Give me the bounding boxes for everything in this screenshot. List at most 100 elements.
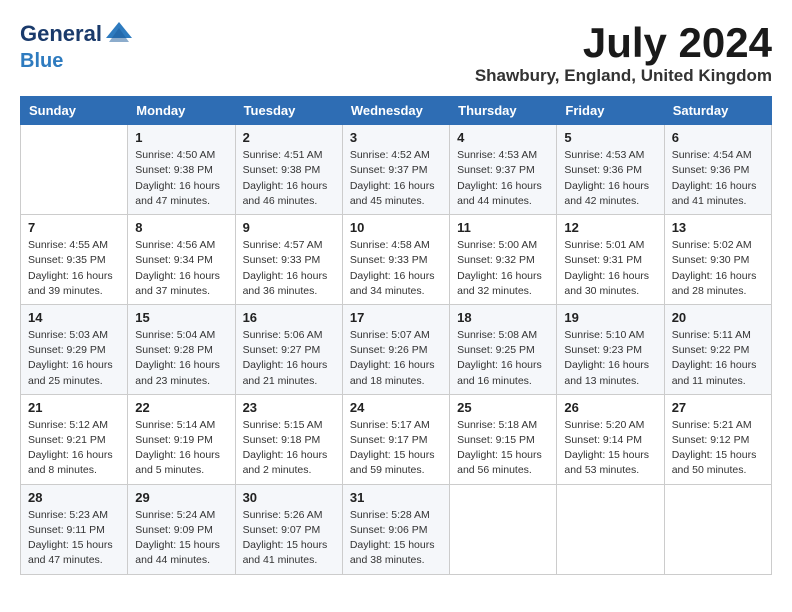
day-info: Sunrise: 5:23 AM Sunset: 9:11 PM Dayligh… — [28, 508, 120, 569]
day-info: Sunrise: 5:08 AM Sunset: 9:25 PM Dayligh… — [457, 328, 549, 389]
day-info: Sunrise: 5:04 AM Sunset: 9:28 PM Dayligh… — [135, 328, 227, 389]
day-info: Sunrise: 5:12 AM Sunset: 9:21 PM Dayligh… — [28, 418, 120, 479]
calendar-cell: 10 Sunrise: 4:58 AM Sunset: 9:33 PM Dayli… — [342, 215, 449, 305]
day-info: Sunrise: 4:50 AM Sunset: 9:38 PM Dayligh… — [135, 148, 227, 209]
calendar-cell: 23 Sunrise: 5:15 AM Sunset: 9:18 PM Dayli… — [235, 394, 342, 484]
day-number: 14 — [28, 310, 120, 325]
day-number: 2 — [243, 130, 335, 145]
weekday-header: Tuesday — [235, 97, 342, 125]
day-number: 18 — [457, 310, 549, 325]
calendar-cell: 6 Sunrise: 4:54 AM Sunset: 9:36 PM Daylig… — [664, 125, 771, 215]
weekday-header: Sunday — [21, 97, 128, 125]
calendar-cell: 18 Sunrise: 5:08 AM Sunset: 9:25 PM Dayli… — [450, 304, 557, 394]
day-info: Sunrise: 5:11 AM Sunset: 9:22 PM Dayligh… — [672, 328, 764, 389]
day-number: 22 — [135, 400, 227, 415]
day-number: 10 — [350, 220, 442, 235]
day-number: 27 — [672, 400, 764, 415]
logo: General Blue — [20, 20, 134, 72]
day-number: 3 — [350, 130, 442, 145]
day-info: Sunrise: 4:53 AM Sunset: 9:36 PM Dayligh… — [564, 148, 656, 209]
day-number: 24 — [350, 400, 442, 415]
day-number: 30 — [243, 490, 335, 505]
day-info: Sunrise: 5:10 AM Sunset: 9:23 PM Dayligh… — [564, 328, 656, 389]
day-number: 11 — [457, 220, 549, 235]
day-number: 23 — [243, 400, 335, 415]
page-header: General Blue July 2024 Shawbury, England… — [20, 20, 772, 86]
logo-subtext: Blue — [20, 50, 134, 72]
calendar-cell: 31 Sunrise: 5:28 AM Sunset: 9:06 PM Dayli… — [342, 484, 449, 574]
day-info: Sunrise: 5:17 AM Sunset: 9:17 PM Dayligh… — [350, 418, 442, 479]
calendar-cell: 12Sunrise: 5:01 AM Sunset: 9:31 PM Dayli… — [557, 215, 664, 305]
day-number: 25 — [457, 400, 549, 415]
day-number: 16 — [243, 310, 335, 325]
day-info: Sunrise: 5:07 AM Sunset: 9:26 PM Dayligh… — [350, 328, 442, 389]
day-info: Sunrise: 5:02 AM Sunset: 9:30 PM Dayligh… — [672, 238, 764, 299]
calendar-cell — [450, 484, 557, 574]
logo-text: General — [20, 20, 134, 50]
day-info: Sunrise: 5:18 AM Sunset: 9:15 PM Dayligh… — [457, 418, 549, 479]
day-number: 4 — [457, 130, 549, 145]
day-number: 20 — [672, 310, 764, 325]
month-title: July 2024 — [475, 20, 772, 66]
calendar-cell: 17 Sunrise: 5:07 AM Sunset: 9:26 PM Dayli… — [342, 304, 449, 394]
day-info: Sunrise: 5:06 AM Sunset: 9:27 PM Dayligh… — [243, 328, 335, 389]
calendar-cell — [664, 484, 771, 574]
day-number: 12 — [564, 220, 656, 235]
calendar-cell: 20 Sunrise: 5:11 AM Sunset: 9:22 PM Dayli… — [664, 304, 771, 394]
calendar-table: SundayMondayTuesdayWednesdayThursdayFrid… — [20, 96, 772, 574]
calendar-cell: 25 Sunrise: 5:18 AM Sunset: 9:15 PM Dayli… — [450, 394, 557, 484]
calendar-cell: 9 Sunrise: 4:57 AM Sunset: 9:33 PM Daylig… — [235, 215, 342, 305]
day-info: Sunrise: 4:52 AM Sunset: 9:37 PM Dayligh… — [350, 148, 442, 209]
day-info: Sunrise: 5:24 AM Sunset: 9:09 PM Dayligh… — [135, 508, 227, 569]
calendar-week-row: 21 Sunrise: 5:12 AM Sunset: 9:21 PM Dayli… — [21, 394, 772, 484]
day-info: Sunrise: 4:51 AM Sunset: 9:38 PM Dayligh… — [243, 148, 335, 209]
calendar-cell: 8 Sunrise: 4:56 AM Sunset: 9:34 PM Daylig… — [128, 215, 235, 305]
calendar-cell: 22Sunrise: 5:14 AM Sunset: 9:19 PM Dayli… — [128, 394, 235, 484]
day-number: 6 — [672, 130, 764, 145]
day-info: Sunrise: 4:58 AM Sunset: 9:33 PM Dayligh… — [350, 238, 442, 299]
day-info: Sunrise: 5:21 AM Sunset: 9:12 PM Dayligh… — [672, 418, 764, 479]
calendar-week-row: 14 Sunrise: 5:03 AM Sunset: 9:29 PM Dayli… — [21, 304, 772, 394]
weekday-header: Friday — [557, 97, 664, 125]
day-number: 17 — [350, 310, 442, 325]
calendar-cell: 2 Sunrise: 4:51 AM Sunset: 9:38 PM Daylig… — [235, 125, 342, 215]
day-number: 26 — [564, 400, 656, 415]
day-number: 5 — [564, 130, 656, 145]
day-info: Sunrise: 5:20 AM Sunset: 9:14 PM Dayligh… — [564, 418, 656, 479]
day-info: Sunrise: 5:00 AM Sunset: 9:32 PM Dayligh… — [457, 238, 549, 299]
day-info: Sunrise: 5:03 AM Sunset: 9:29 PM Dayligh… — [28, 328, 120, 389]
calendar-cell: 1Sunrise: 4:50 AM Sunset: 9:38 PM Daylig… — [128, 125, 235, 215]
calendar-cell — [557, 484, 664, 574]
day-number: 9 — [243, 220, 335, 235]
day-info: Sunrise: 4:53 AM Sunset: 9:37 PM Dayligh… — [457, 148, 549, 209]
day-info: Sunrise: 4:54 AM Sunset: 9:36 PM Dayligh… — [672, 148, 764, 209]
calendar-cell: 5 Sunrise: 4:53 AM Sunset: 9:36 PM Daylig… — [557, 125, 664, 215]
calendar-cell: 3 Sunrise: 4:52 AM Sunset: 9:37 PM Daylig… — [342, 125, 449, 215]
calendar-cell: 29Sunrise: 5:24 AM Sunset: 9:09 PM Dayli… — [128, 484, 235, 574]
calendar-cell: 16 Sunrise: 5:06 AM Sunset: 9:27 PM Dayli… — [235, 304, 342, 394]
calendar-cell: 28 Sunrise: 5:23 AM Sunset: 9:11 PM Dayli… — [21, 484, 128, 574]
header-row: SundayMondayTuesdayWednesdayThursdayFrid… — [21, 97, 772, 125]
weekday-header: Saturday — [664, 97, 771, 125]
day-info: Sunrise: 4:56 AM Sunset: 9:34 PM Dayligh… — [135, 238, 227, 299]
day-number: 13 — [672, 220, 764, 235]
weekday-header: Wednesday — [342, 97, 449, 125]
day-number: 31 — [350, 490, 442, 505]
calendar-week-row: 1Sunrise: 4:50 AM Sunset: 9:38 PM Daylig… — [21, 125, 772, 215]
day-info: Sunrise: 4:57 AM Sunset: 9:33 PM Dayligh… — [243, 238, 335, 299]
day-info: Sunrise: 5:15 AM Sunset: 9:18 PM Dayligh… — [243, 418, 335, 479]
calendar-body: 1Sunrise: 4:50 AM Sunset: 9:38 PM Daylig… — [21, 125, 772, 574]
day-number: 28 — [28, 490, 120, 505]
day-number: 8 — [135, 220, 227, 235]
day-number: 15 — [135, 310, 227, 325]
day-number: 21 — [28, 400, 120, 415]
weekday-header: Thursday — [450, 97, 557, 125]
day-number: 7 — [28, 220, 120, 235]
day-number: 19 — [564, 310, 656, 325]
calendar-cell: 7Sunrise: 4:55 AM Sunset: 9:35 PM Daylig… — [21, 215, 128, 305]
calendar-cell: 11 Sunrise: 5:00 AM Sunset: 9:32 PM Dayli… — [450, 215, 557, 305]
day-info: Sunrise: 5:28 AM Sunset: 9:06 PM Dayligh… — [350, 508, 442, 569]
calendar-cell: 27 Sunrise: 5:21 AM Sunset: 9:12 PM Dayli… — [664, 394, 771, 484]
day-info: Sunrise: 5:26 AM Sunset: 9:07 PM Dayligh… — [243, 508, 335, 569]
calendar-cell: 21 Sunrise: 5:12 AM Sunset: 9:21 PM Dayli… — [21, 394, 128, 484]
